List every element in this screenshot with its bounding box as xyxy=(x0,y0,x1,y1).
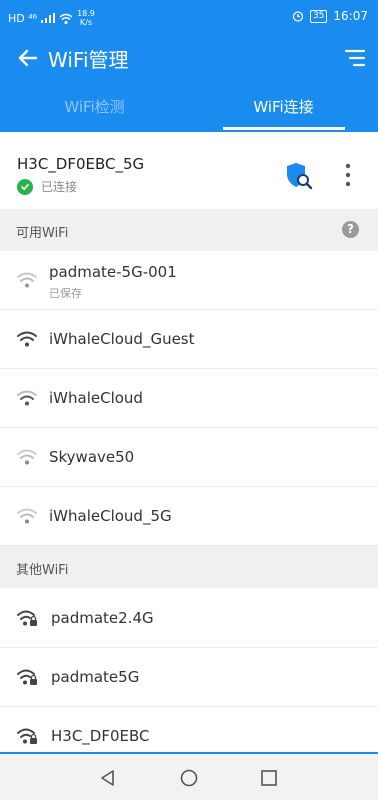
section-other-wifi: 其他WiFi xyxy=(0,546,378,588)
battery-indicator: 35 xyxy=(309,9,328,23)
status-bar: HD ⁴⁶ 18.9 K/s 35 16:07 xyxy=(0,0,378,34)
section-available-wifi: 可用WiFi ? xyxy=(0,209,378,251)
menu-icon[interactable] xyxy=(344,48,366,68)
current-ssid: H3C_DF0EBC_5G xyxy=(17,155,145,173)
connection-status-text: 已连接 xyxy=(41,180,78,194)
page-title: WiFi管理 xyxy=(48,48,129,72)
wifi-item[interactable]: padmate2.4G xyxy=(0,589,378,648)
arrow-left-icon[interactable] xyxy=(14,44,42,72)
wifi-icon xyxy=(17,272,37,288)
shield-search-icon[interactable] xyxy=(284,160,314,192)
wifi-name: H3C_DF0EBC xyxy=(51,727,150,745)
wifi-icon xyxy=(17,508,37,524)
tab-bar: WiFi检测 WiFi连接 xyxy=(0,82,378,132)
section-label: 其他WiFi xyxy=(16,563,69,578)
wifi-icon xyxy=(17,331,37,347)
wifi-item[interactable]: iWhaleCloud xyxy=(0,369,378,428)
net-speed: 18.9 K/s xyxy=(77,9,95,27)
section-label: 可用WiFi xyxy=(16,226,69,241)
wifi-name: padmate-5G-001 xyxy=(49,263,177,281)
wifi-icon xyxy=(17,390,37,406)
wifi-name: iWhaleCloud_5G xyxy=(49,507,172,525)
tab-wifi-connect[interactable]: WiFi连接 xyxy=(189,96,378,117)
system-nav-bar xyxy=(0,752,378,800)
connection-status: 已连接 xyxy=(17,178,77,195)
help-icon[interactable]: ? xyxy=(342,221,359,238)
tab-indicator xyxy=(223,127,345,130)
current-connection[interactable]: H3C_DF0EBC_5G 已连接 xyxy=(0,140,378,208)
wifi-name: padmate2.4G xyxy=(51,609,154,627)
wifi-icon xyxy=(17,449,37,465)
net-speed-unit: K/s xyxy=(79,18,93,27)
wifi-item[interactable]: iWhaleCloud_5G xyxy=(0,487,378,546)
wifi-name: iWhaleCloud_Guest xyxy=(49,330,195,348)
tab-wifi-detect[interactable]: WiFi检测 xyxy=(0,96,189,117)
wifi-item[interactable]: padmate5G xyxy=(0,648,378,707)
wifi-name: padmate5G xyxy=(51,668,140,686)
wifi-item[interactable]: iWhaleCloud_Guest xyxy=(0,310,378,369)
wifi-name: Skywave50 xyxy=(49,448,135,466)
status-left: HD ⁴⁶ 18.9 K/s xyxy=(8,9,95,27)
wifi-lock-icon xyxy=(17,669,37,685)
more-vertical-icon[interactable] xyxy=(338,162,358,188)
home-circle-icon[interactable] xyxy=(179,768,199,788)
wifi-lock-icon xyxy=(17,728,37,744)
back-triangle-icon[interactable] xyxy=(98,768,118,788)
wifi-item[interactable]: Skywave50 xyxy=(0,428,378,487)
signal-icon xyxy=(41,13,56,23)
recents-square-icon[interactable] xyxy=(259,768,279,788)
clock: 16:07 xyxy=(333,9,368,23)
wifi-item[interactable]: padmate-5G-001 已保存 xyxy=(0,251,378,310)
net-speed-value: 18.9 xyxy=(77,9,95,18)
status-right: 35 16:07 xyxy=(292,9,368,23)
wifi-lock-icon xyxy=(17,610,37,626)
wifi-saved-label: 已保存 xyxy=(49,287,82,300)
alarm-icon xyxy=(292,11,304,22)
check-circle-icon xyxy=(17,178,33,195)
network-indicator: HD ⁴⁶ xyxy=(8,11,38,25)
wifi-name: iWhaleCloud xyxy=(49,389,143,407)
app-bar: WiFi管理 xyxy=(0,34,378,82)
wifi-status-icon xyxy=(59,13,73,24)
